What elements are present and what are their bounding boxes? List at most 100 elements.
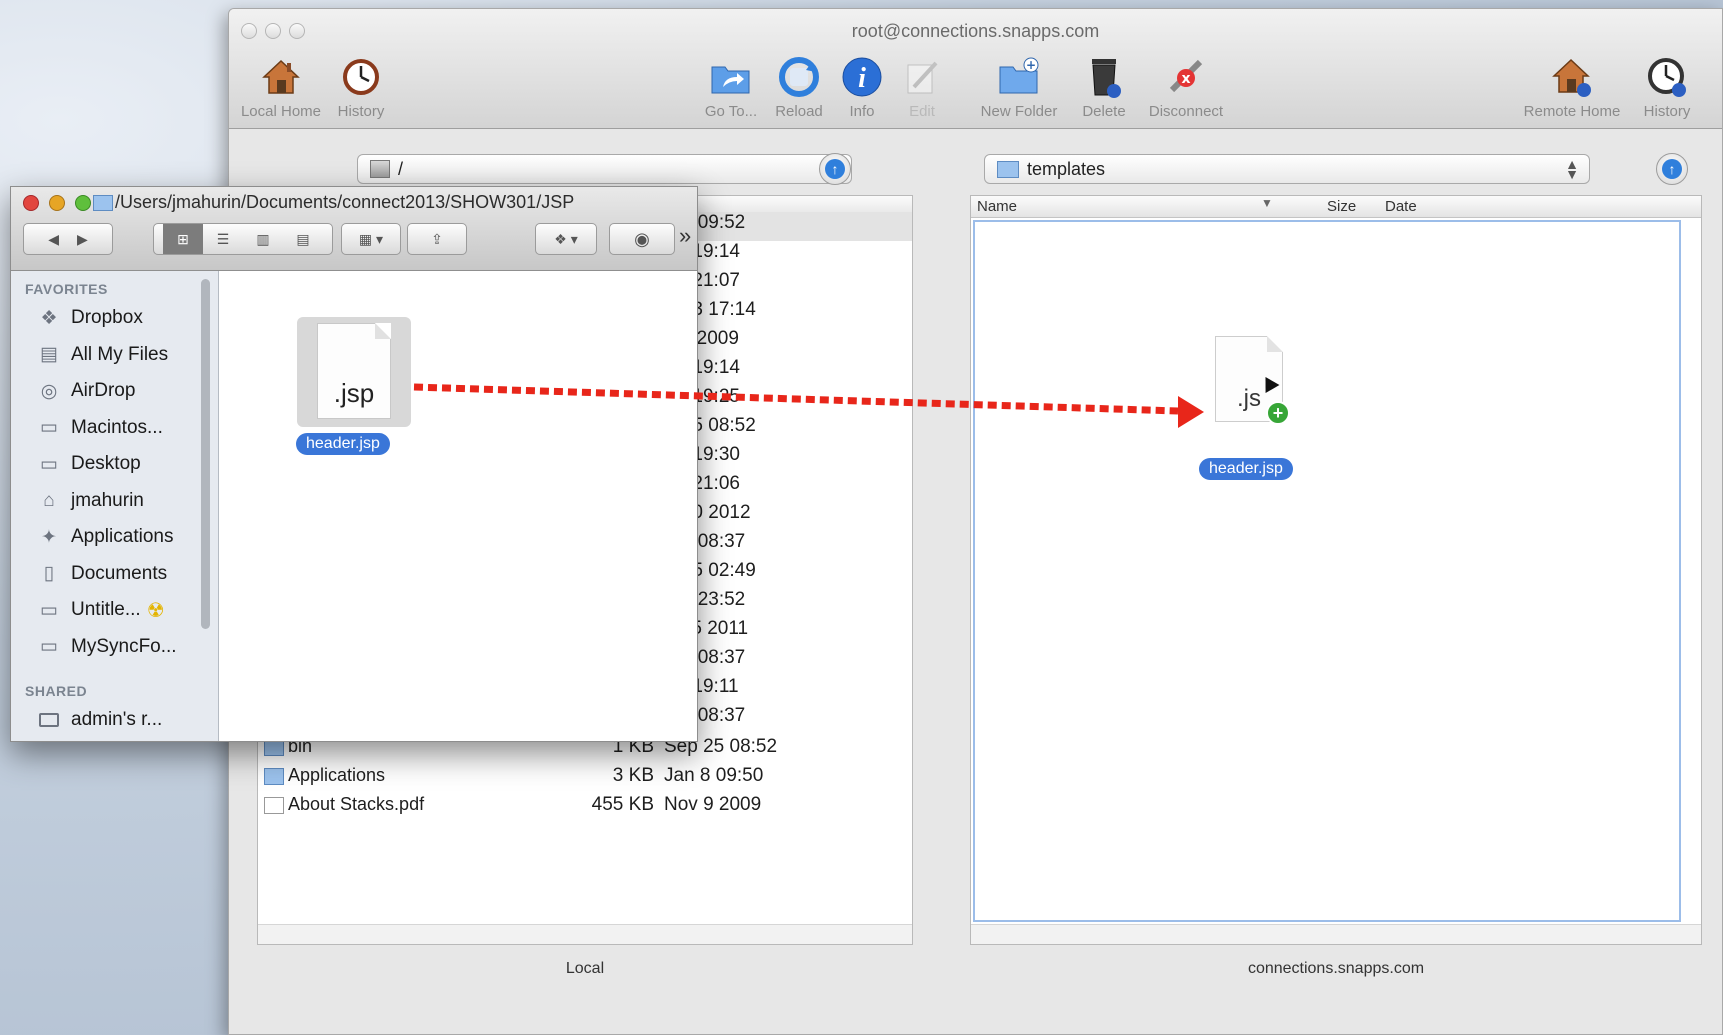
folder-icon (997, 160, 1019, 178)
share-icon: ⇪ (431, 230, 443, 247)
remote-drop-area[interactable] (973, 220, 1681, 922)
shared-heading: SHARED (25, 683, 88, 699)
sync-badge-icon: ☢ (146, 599, 165, 622)
sidebar-item-label: AirDrop (71, 380, 136, 401)
finder-file-name[interactable]: header.jsp (296, 433, 390, 455)
folder-icon: ▭ (40, 636, 58, 657)
sidebar-item-9[interactable]: ▭ MySyncFo... (37, 632, 177, 662)
toolbar-overflow-icon[interactable]: » (679, 223, 691, 249)
favorites-heading: FAVORITES (25, 281, 108, 297)
coverflow-view-icon[interactable]: ▤ (283, 231, 323, 248)
documents-icon: ▯ (43, 563, 55, 584)
finder-close-button[interactable] (23, 195, 39, 211)
folder-icon (264, 768, 284, 785)
edit-icon (900, 55, 944, 99)
forward-arrow-icon[interactable]: ▶ (77, 231, 88, 248)
sidebar-item-7[interactable]: ▯ Documents (37, 559, 167, 589)
finder-zoom-button[interactable] (75, 195, 91, 211)
finder-sidebar: FAVORITES ❖ Dropbox ▤ All My Files ◎ AirDrop ▭… (11, 271, 219, 741)
remote-home-button[interactable]: Remote Home (1517, 55, 1627, 120)
grid-icon: ▦ ▾ (358, 230, 384, 247)
back-arrow-icon[interactable]: ◀ (48, 231, 59, 248)
local-file-row[interactable]: About Stacks.pdf 455 KB Nov 9 2009 (258, 792, 912, 821)
history-right-button[interactable]: History (1627, 55, 1707, 120)
local-pane-label: Local (565, 960, 605, 977)
applications-icon: ✦ (41, 526, 57, 548)
file-size: 3 KB (612, 765, 654, 786)
remote-clock-icon (1645, 55, 1689, 99)
sidebar-item-label: MySyncFo... (71, 635, 177, 657)
remote-pane-label: connections.snapps.com (1247, 960, 1425, 977)
icon-view-icon[interactable]: ⊞ (163, 224, 203, 254)
dropbox-menu-button[interactable]: ❖ ▾ (535, 223, 597, 255)
remote-file-pane[interactable]: Name ▼ Size Date .js + header.jsp (970, 195, 1702, 945)
sidebar-item-label: Dropbox (71, 307, 143, 328)
pdf-file-icon (264, 797, 284, 814)
remote-path-popup[interactable]: templates ▲ ▼ (984, 154, 1590, 184)
sidebar-item-4[interactable]: ▭ Desktop (37, 449, 141, 479)
jsp-file-icon[interactable]: .jsp (317, 323, 391, 419)
file-date: Nov 9 2009 (664, 794, 762, 815)
disconnect-button[interactable]: x Disconnect (1136, 55, 1236, 120)
remote-path-text: templates (1027, 158, 1106, 179)
local-file-row[interactable]: Applications 3 KB Jan 8 09:50 (258, 763, 912, 792)
sort-desc-icon: ▼ (1261, 196, 1273, 210)
name-column-header[interactable]: Name (977, 198, 1017, 215)
svg-text:+: + (1026, 58, 1036, 72)
sidebar-item-label: Untitle... (71, 599, 141, 620)
finder-minimize-button[interactable] (49, 195, 65, 211)
sidebar-item-8[interactable]: ▭ Untitle... ☢ (37, 595, 165, 625)
arrange-button[interactable]: ▦ ▾ (341, 223, 401, 255)
reload-icon (777, 55, 821, 99)
new-folder-icon: + (997, 55, 1041, 99)
date-column-header[interactable]: Date (1385, 198, 1417, 215)
delete-button[interactable]: Delete (1074, 55, 1134, 120)
column-view-icon[interactable]: ▥ (243, 231, 283, 248)
chevron-updown-icon: ▲▼ (1565, 156, 1579, 182)
sidebar-item-label: Documents (71, 562, 168, 584)
local-horizontal-scrollbar[interactable] (258, 924, 912, 944)
local-path-text: / (398, 158, 404, 179)
reload-button[interactable]: Reload (764, 55, 834, 120)
remote-up-button[interactable]: ↑ (1656, 153, 1688, 185)
local-home-button[interactable]: Local Home (231, 55, 331, 120)
go-to-button[interactable]: Go To... (691, 55, 771, 120)
display-icon (37, 710, 61, 730)
sidebar-scrollbar[interactable] (201, 279, 210, 629)
arrow-up-icon: ↑ (825, 159, 845, 179)
window-title: root@connections.snapps.com (851, 21, 1100, 41)
back-forward-control[interactable]: ◀ ▶ (23, 223, 113, 255)
hard-drive-icon: ▭ (40, 417, 58, 438)
share-button[interactable]: ⇪ (407, 223, 467, 255)
local-path-popup[interactable]: / ▲▼ (357, 154, 852, 184)
sidebar-item-1[interactable]: ▤ All My Files (37, 340, 168, 370)
dropped-file-name[interactable]: header.jsp (1199, 458, 1293, 480)
dropbox-icon: ❖ (40, 307, 58, 329)
sidebar-item-shared-0[interactable]: admin's r... (37, 705, 162, 735)
file-name: About Stacks.pdf (288, 794, 425, 814)
sidebar-item-2[interactable]: ◎ AirDrop (37, 376, 136, 406)
info-button[interactable]: i Info (832, 55, 892, 120)
folder-icon: ▭ (40, 599, 58, 621)
airdrop-icon: ◎ (40, 380, 58, 402)
sidebar-item-3[interactable]: ▭ Macintos... (37, 413, 163, 443)
edit-label: Edit (909, 103, 935, 120)
sidebar-item-5[interactable]: ⌂ jmahurin (37, 486, 144, 516)
disconnect-icon: x (1164, 55, 1208, 99)
home-icon: ⌂ (43, 489, 55, 511)
all-files-icon: ▤ (40, 344, 58, 365)
remote-horizontal-scrollbar[interactable] (971, 924, 1701, 944)
remote-house-icon (1550, 55, 1594, 99)
view-mode-control[interactable]: ⊞ ☰ ▥ ▤ (153, 223, 333, 255)
size-column-header[interactable]: Size (1327, 198, 1356, 215)
remote-pane-header: Name ▼ Size Date (971, 196, 1701, 218)
new-folder-button[interactable]: + New Folder (969, 55, 1069, 120)
list-view-icon[interactable]: ☰ (203, 231, 243, 248)
edit-button[interactable]: Edit (892, 55, 952, 120)
history-left-button[interactable]: History (321, 55, 401, 120)
sidebar-item-6[interactable]: ✦ Applications (37, 522, 173, 552)
info-icon: i (840, 55, 884, 99)
local-up-button[interactable]: ↑ (819, 153, 851, 185)
sidebar-item-0[interactable]: ❖ Dropbox (37, 303, 143, 333)
quick-look-button[interactable]: ◉ (609, 223, 675, 255)
